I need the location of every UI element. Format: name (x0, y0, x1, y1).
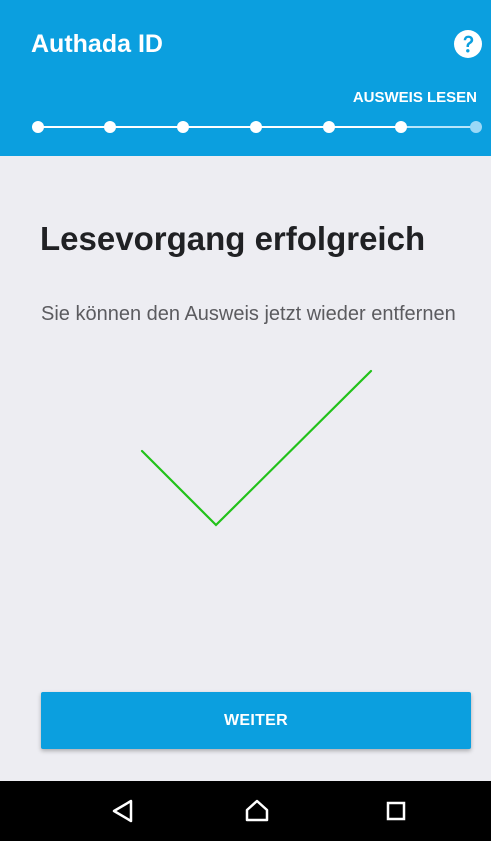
page-title: Lesevorgang erfolgreich (40, 220, 426, 258)
home-icon (245, 799, 269, 822)
back-icon (112, 799, 133, 823)
help-button[interactable] (453, 29, 483, 59)
app-header: Authada ID AUSWEIS LESEN (0, 0, 491, 156)
progress-step-1 (32, 121, 44, 133)
progress-step-5 (323, 121, 335, 133)
checkmark-icon (140, 369, 373, 527)
help-circle-icon (454, 30, 482, 58)
android-navigation-bar (0, 781, 491, 841)
recents-icon (386, 801, 406, 821)
progress-step-4 (250, 121, 262, 133)
recents-button[interactable] (379, 796, 413, 826)
instruction-text: Sie können den Ausweis jetzt wieder entf… (41, 303, 456, 325)
progress-step-2 (104, 121, 116, 133)
progress-step-7-current (470, 121, 482, 133)
back-button[interactable] (106, 796, 140, 826)
current-step-label: AUSWEIS LESEN (352, 89, 477, 106)
weiter-button[interactable]: WEITER (41, 692, 471, 749)
app-title: Authada ID (31, 30, 163, 58)
home-button[interactable] (240, 796, 274, 826)
step-progress-indicator (32, 121, 482, 133)
progress-step-6 (395, 121, 407, 133)
progress-step-3 (177, 121, 189, 133)
